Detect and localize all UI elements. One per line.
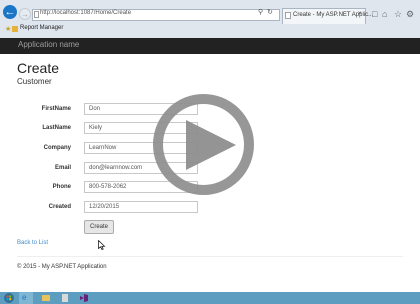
visual-studio-icon[interactable] — [77, 292, 91, 304]
play-icon — [186, 120, 236, 170]
explorer-icon[interactable] — [39, 292, 53, 304]
ie-icon[interactable]: e — [22, 293, 26, 302]
app-icon[interactable] — [58, 292, 72, 304]
start-icon[interactable] — [2, 292, 16, 304]
